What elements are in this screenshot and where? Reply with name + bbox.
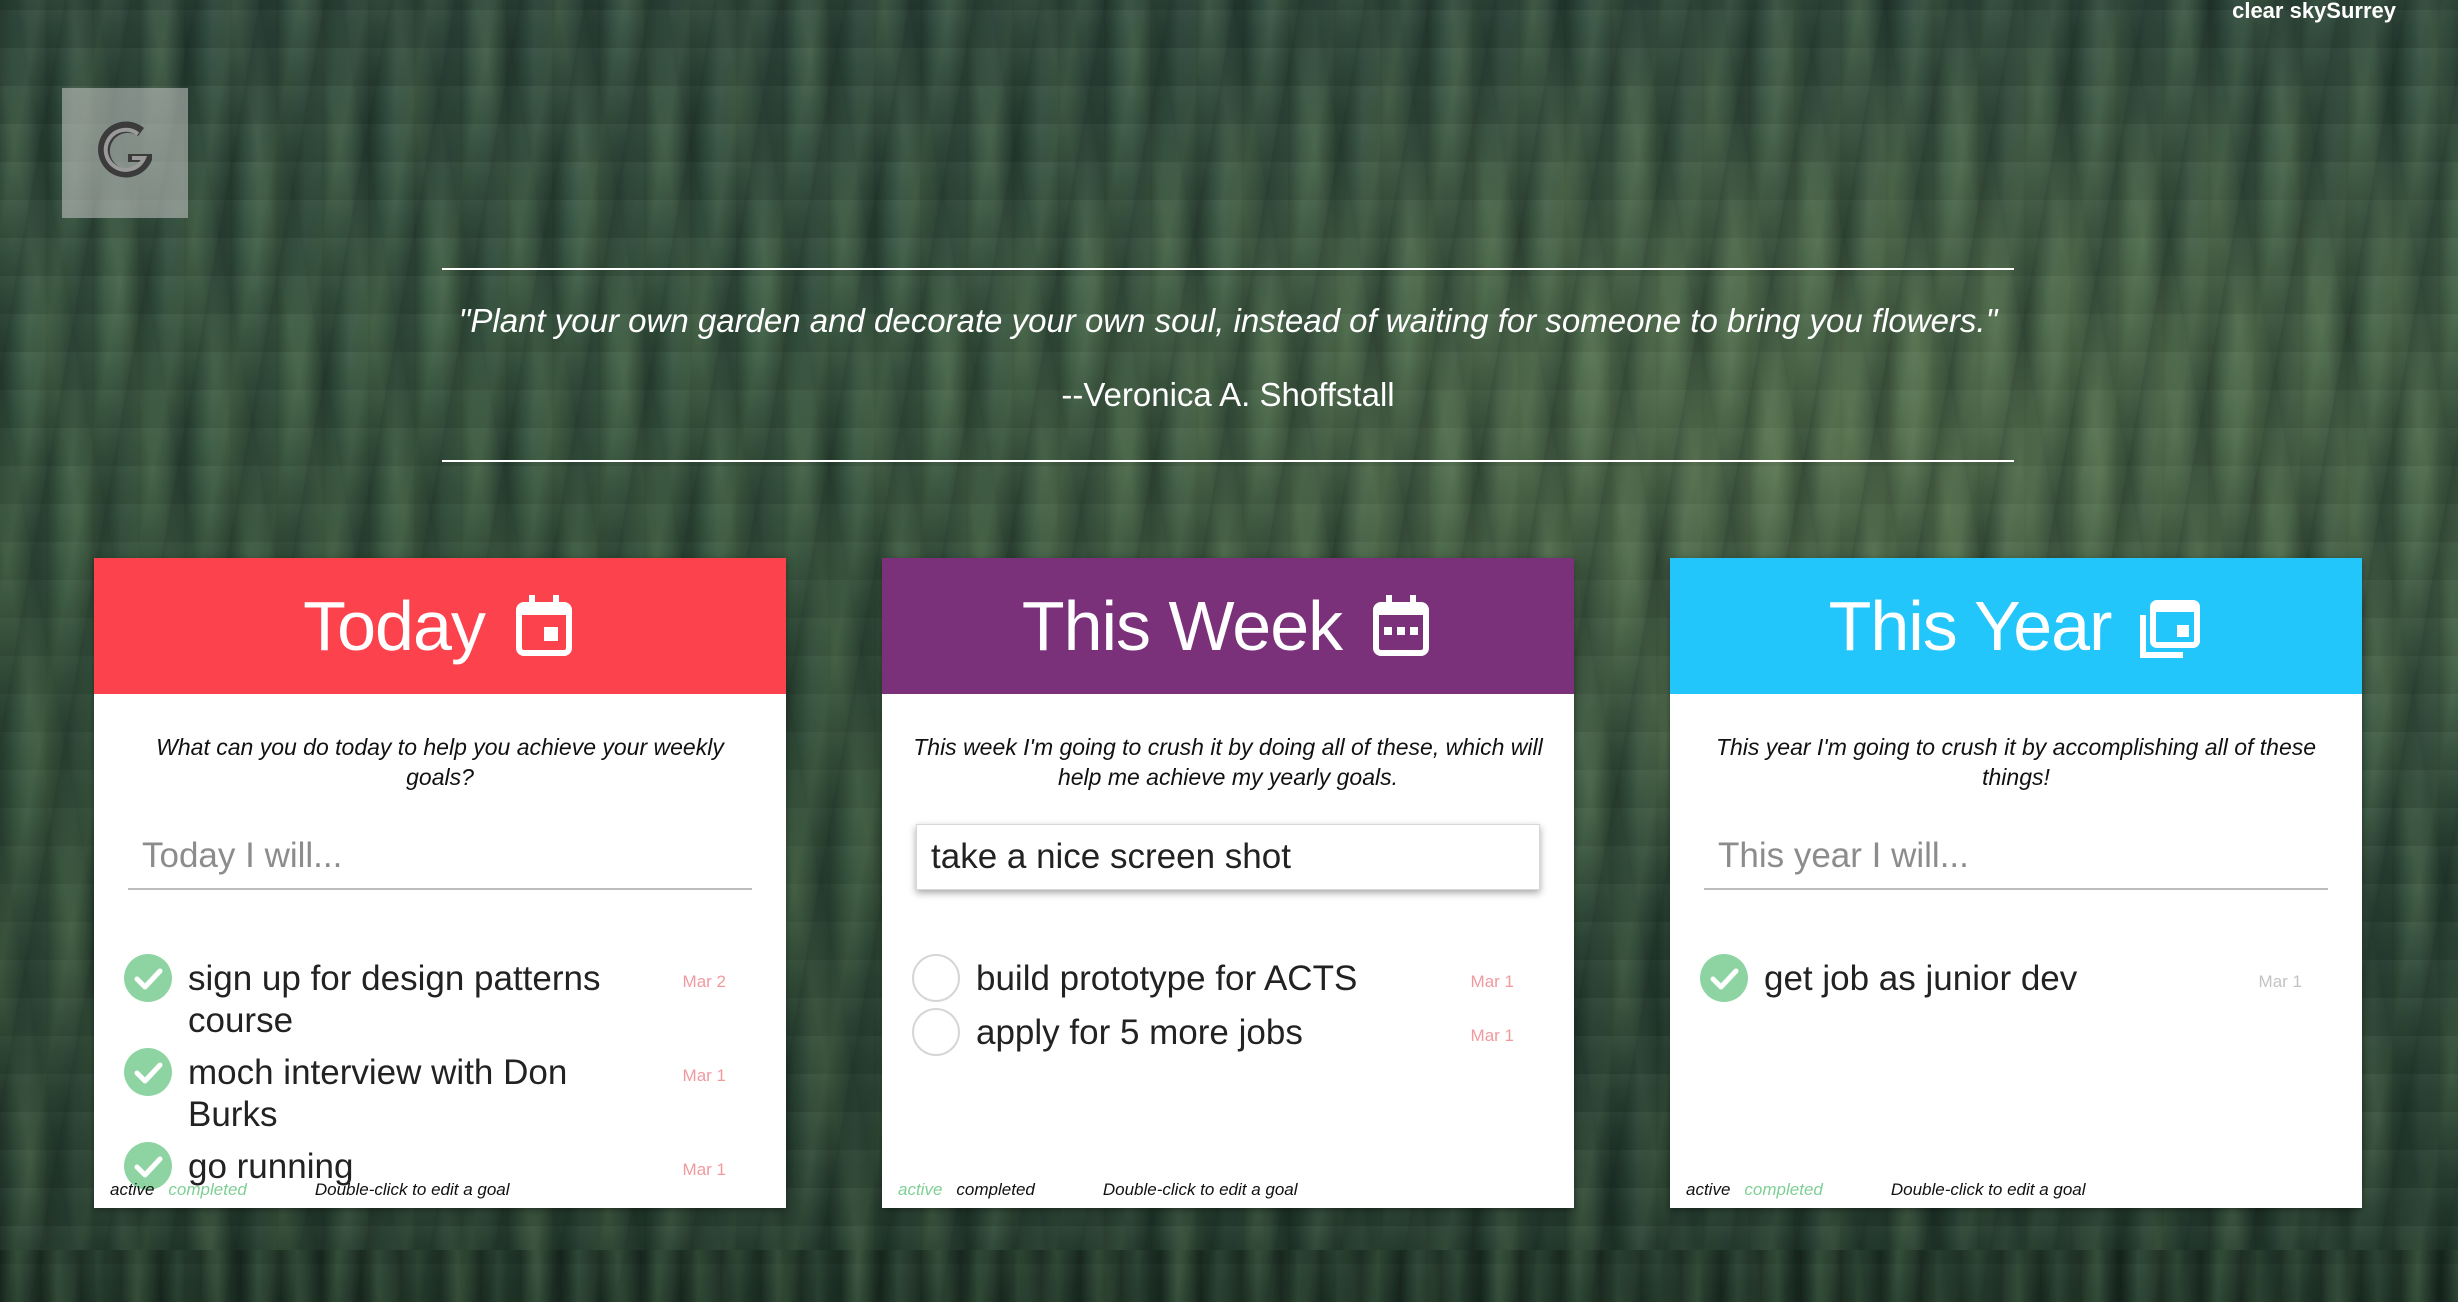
checkmark-icon[interactable] <box>124 954 172 1002</box>
goal-date: Mar 1 <box>1470 972 1514 991</box>
goal-date: Mar 1 <box>1470 1026 1514 1045</box>
year-goal-input[interactable] <box>1704 824 2328 890</box>
goal-text: get job as junior dev <box>1764 959 2078 998</box>
today-description: What can you do today to help you achiev… <box>156 734 724 790</box>
checkmark-icon[interactable] <box>124 1048 172 1096</box>
week-header: This Week <box>882 558 1574 694</box>
today-input-wrap <box>128 824 752 890</box>
week-goal-input[interactable] <box>916 824 1540 890</box>
goal-date: Mar 1 <box>2258 972 2302 991</box>
today-title: Today <box>303 587 486 665</box>
filter-completed-link[interactable]: completed <box>956 1180 1034 1200</box>
app-logo[interactable] <box>62 88 188 218</box>
edit-hint: Double-click to edit a goal <box>314 1180 510 1199</box>
year-input-wrap <box>1704 824 2328 890</box>
year-header: This Year <box>1670 558 2362 694</box>
filter-active-link[interactable]: active <box>110 1180 154 1200</box>
calendar-week-icon <box>1373 595 1430 656</box>
edit-hint: Double-click to edit a goal <box>1890 1180 2086 1199</box>
unchecked-circle-icon[interactable] <box>912 1008 960 1056</box>
year-description: This year I'm going to crush it by accom… <box>1715 734 2317 790</box>
bottom-background-strip <box>0 1250 2458 1302</box>
goal-text: moch interview with Don Burks <box>188 1053 568 1134</box>
quote-author: --Veronica A. Shoffstall <box>1061 376 1395 413</box>
today-goal-input[interactable] <box>128 824 752 890</box>
goal-text: apply for 5 more jobs <box>976 1013 1303 1052</box>
today-footer: active completed Double-click to edit a … <box>110 1180 510 1200</box>
week-title: This Week <box>1021 587 1343 665</box>
week-input-wrap <box>916 824 1540 890</box>
week-card: This Week This week I'm going to crush i… <box>882 558 1574 1208</box>
list-item[interactable]: moch interview with Don Burks Mar 1 <box>124 1048 726 1136</box>
calendar-stack-icon <box>2140 600 2201 658</box>
year-footer: active completed Double-click to edit a … <box>1686 1180 2086 1200</box>
goal-text: build prototype for ACTS <box>976 959 1358 998</box>
year-goal-list: get job as junior dev Mar 1 <box>1700 954 2302 1012</box>
goal-date: Mar 1 <box>682 1160 726 1179</box>
year-title: This Year <box>1828 587 2113 665</box>
weather-label: clear skySurrey <box>2232 0 2396 23</box>
quote-text: "Plant your own garden and decorate your… <box>458 302 1998 339</box>
goal-date: Mar 1 <box>682 1066 726 1085</box>
week-footer: active completed Double-click to edit a … <box>898 1180 1298 1200</box>
filter-completed-link[interactable]: completed <box>1744 1180 1822 1200</box>
today-header: Today <box>94 558 786 694</box>
filter-active-link[interactable]: active <box>1686 1180 1730 1200</box>
week-goal-list: build prototype for ACTS Mar 1 apply for… <box>912 954 1514 1066</box>
filter-completed-link[interactable]: completed <box>168 1180 246 1200</box>
list-item[interactable]: get job as junior dev Mar 1 <box>1700 954 2302 1002</box>
logo-g-icon <box>98 121 152 178</box>
edit-hint: Double-click to edit a goal <box>1102 1180 1298 1199</box>
list-item[interactable]: build prototype for ACTS Mar 1 <box>912 954 1514 1002</box>
today-goal-list: sign up for design patterns course Mar 2… <box>124 954 726 1200</box>
list-item[interactable]: apply for 5 more jobs Mar 1 <box>912 1008 1514 1056</box>
year-card: This Year This year I'm going to crush i… <box>1670 558 2362 1208</box>
quote-block: "Plant your own garden and decorate your… <box>442 268 2014 462</box>
calendar-day-icon <box>515 595 572 656</box>
today-card: Today What can you do today to help you … <box>94 558 786 1208</box>
checkmark-icon[interactable] <box>1700 954 1748 1002</box>
goal-date: Mar 2 <box>682 972 726 991</box>
list-item[interactable]: sign up for design patterns course Mar 2 <box>124 954 726 1042</box>
goal-text: sign up for design patterns course <box>188 959 601 1040</box>
week-description: This week I'm going to crush it by doing… <box>913 734 1543 790</box>
filter-active-link[interactable]: active <box>898 1180 942 1200</box>
unchecked-circle-icon[interactable] <box>912 954 960 1002</box>
